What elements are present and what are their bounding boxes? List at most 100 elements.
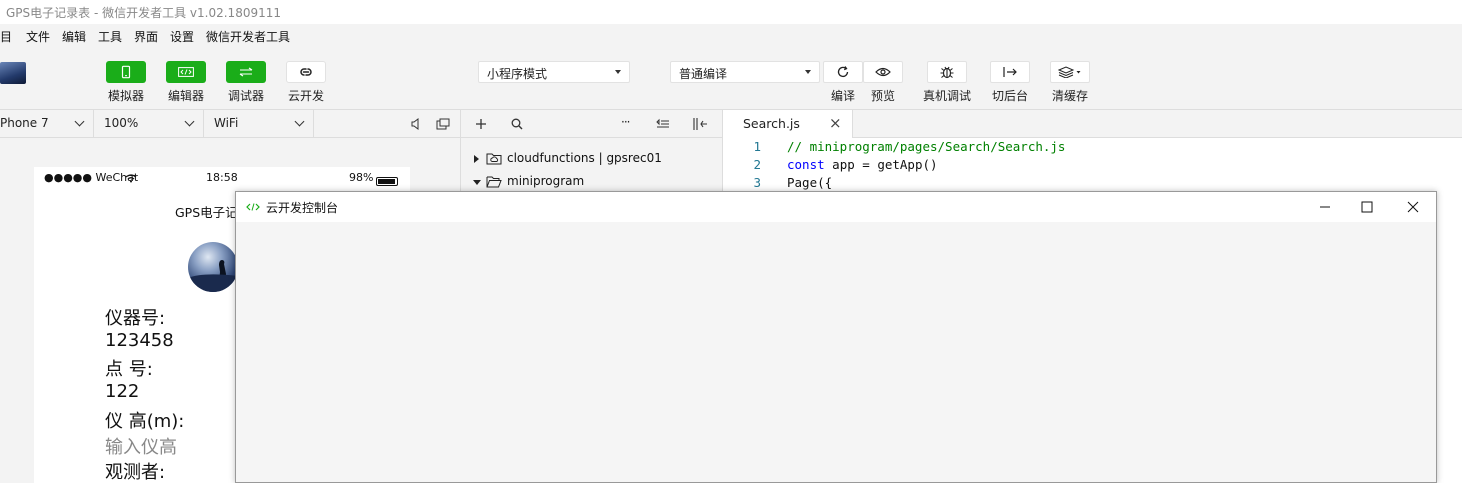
- form-value-point[interactable]: 122: [105, 381, 139, 402]
- form-input-height[interactable]: 输入仪高: [105, 433, 177, 459]
- switch-background-button[interactable]: [990, 61, 1030, 83]
- form-label-instrument: 仪器号:: [105, 308, 166, 329]
- simulator-toggle-button[interactable]: [106, 61, 146, 83]
- window-title-bar: GPS电子记录表 - 微信开发者工具 v1.02.1809111: [0, 0, 1462, 24]
- cloud-link-icon: [300, 68, 312, 76]
- collapse-arrow-icon: [473, 180, 481, 185]
- minimize-icon: [1320, 206, 1330, 208]
- cloud-console-title-bar[interactable]: 云开发控制台: [236, 192, 1436, 222]
- status-battery-percent: 98%: [349, 171, 374, 184]
- simulator-label: 模拟器: [107, 89, 144, 103]
- code-line: // miniprogram/pages/Search/Search.js: [787, 139, 1066, 154]
- menu-project[interactable]: 目: [0, 28, 12, 45]
- code-keyword: const: [787, 157, 825, 172]
- switch-bg-icon: [1003, 67, 1017, 77]
- add-icon[interactable]: [475, 118, 487, 130]
- collapse-all-icon[interactable]: [656, 118, 670, 130]
- simulator-toolbar: Phone 7 100% WiFi: [0, 110, 460, 138]
- remote-debug-button[interactable]: [927, 61, 967, 83]
- expand-arrow-icon: [474, 155, 479, 163]
- cloud-folder-icon: [486, 153, 502, 165]
- status-time: 18:58: [206, 171, 238, 184]
- compile-button[interactable]: [823, 61, 863, 83]
- form-label-observer: 观测者:: [105, 462, 166, 483]
- hide-panel-icon[interactable]: [692, 117, 708, 131]
- layers-icon: [1058, 66, 1081, 78]
- remote-debug-label: 真机调试: [922, 89, 971, 103]
- clear-cache-label: 清缓存: [1051, 89, 1088, 103]
- user-avatar[interactable]: [0, 62, 26, 84]
- mode-select[interactable]: 小程序模式: [478, 61, 630, 83]
- code-icon: [246, 203, 260, 211]
- search-icon[interactable]: [511, 118, 523, 130]
- debugger-label: 调试器: [227, 89, 264, 103]
- tree-node-label: miniprogram: [507, 174, 585, 188]
- maximize-button[interactable]: [1344, 192, 1390, 222]
- code-line: Page({: [787, 175, 833, 190]
- device-select-value: Phone 7: [0, 116, 49, 130]
- person-silhouette-icon: [188, 260, 238, 292]
- device-select[interactable]: Phone 7: [0, 110, 94, 138]
- wifi-icon: [125, 174, 137, 183]
- menu-bar: 目 文件 编辑 工具 界面 设置 微信开发者工具: [0, 24, 1462, 46]
- code-line: const app = getApp(): [787, 157, 938, 172]
- main-toolbar: 模拟器 编辑器 调试器 云开发 小程序模式 普通编译 编译 预览 真机调试 切后…: [0, 46, 1462, 110]
- chevron-down-icon: [184, 116, 195, 127]
- compile-select[interactable]: 普通编译: [670, 61, 820, 83]
- network-select[interactable]: WiFi: [204, 110, 314, 138]
- compile-label: 编译: [830, 89, 855, 103]
- refresh-icon: [837, 66, 849, 78]
- mode-select-value: 小程序模式: [487, 67, 548, 81]
- speaker-icon[interactable]: [410, 118, 422, 130]
- editor-toggle-button[interactable]: [166, 61, 206, 83]
- bug-icon: [940, 66, 954, 79]
- page-title: GPS电子记: [175, 205, 238, 220]
- cloud-dev-button[interactable]: [286, 61, 326, 83]
- menu-file[interactable]: 文件: [26, 28, 50, 45]
- tree-node-miniprogram[interactable]: miniprogram: [461, 173, 723, 191]
- debug-switch-icon: [239, 67, 253, 77]
- debugger-toggle-button[interactable]: [226, 61, 266, 83]
- chevron-down-icon: [74, 116, 85, 127]
- folder-open-icon: [486, 176, 502, 188]
- close-icon: [1407, 201, 1419, 213]
- preview-label: 预览: [870, 89, 895, 103]
- battery-icon: [376, 177, 398, 186]
- tree-node-label: cloudfunctions | gpsrec01: [507, 151, 662, 165]
- zoom-select[interactable]: 100%: [94, 110, 204, 138]
- minimize-button[interactable]: [1302, 192, 1348, 222]
- eye-icon: [875, 67, 891, 77]
- network-select-value: WiFi: [214, 116, 239, 130]
- cloud-console-window[interactable]: 云开发控制台: [235, 191, 1437, 483]
- line-number: 1: [753, 139, 761, 154]
- close-button[interactable]: [1390, 192, 1436, 222]
- cloud-console-title: 云开发控制台: [266, 201, 339, 215]
- switch-background-label: 切后台: [991, 89, 1028, 103]
- detach-window-icon[interactable]: [436, 118, 450, 130]
- clear-cache-button[interactable]: [1050, 61, 1090, 83]
- code-text: app = getApp(): [824, 157, 938, 172]
- menu-wechat-devtools[interactable]: 微信开发者工具: [206, 28, 290, 45]
- caret-down-icon: [615, 70, 621, 74]
- code-icon: [178, 67, 194, 77]
- compile-select-value: 普通编译: [679, 67, 728, 81]
- cloud-dev-label: 云开发: [287, 89, 324, 103]
- close-icon[interactable]: ×: [829, 114, 842, 132]
- menu-edit[interactable]: 编辑: [62, 28, 86, 45]
- menu-interface[interactable]: 界面: [134, 28, 158, 45]
- line-number: 3: [753, 175, 761, 190]
- editor-tab-bar: Search.js ×: [722, 110, 1462, 138]
- profile-avatar: [188, 242, 238, 292]
- more-icon[interactable]: ···: [621, 115, 631, 129]
- chevron-down-icon: [294, 116, 305, 127]
- preview-button[interactable]: [863, 61, 903, 83]
- caret-down-icon: [805, 70, 811, 74]
- form-value-instrument[interactable]: 123458: [105, 330, 174, 351]
- menu-settings[interactable]: 设置: [170, 28, 194, 45]
- phone-icon: [121, 65, 131, 79]
- menu-tools[interactable]: 工具: [98, 28, 122, 45]
- tab-search-js[interactable]: Search.js ×: [723, 110, 853, 138]
- editor-label: 编辑器: [167, 89, 204, 103]
- tree-node-cloudfunctions[interactable]: cloudfunctions | gpsrec01: [461, 150, 723, 168]
- file-tree-toolbar: ···: [460, 110, 722, 138]
